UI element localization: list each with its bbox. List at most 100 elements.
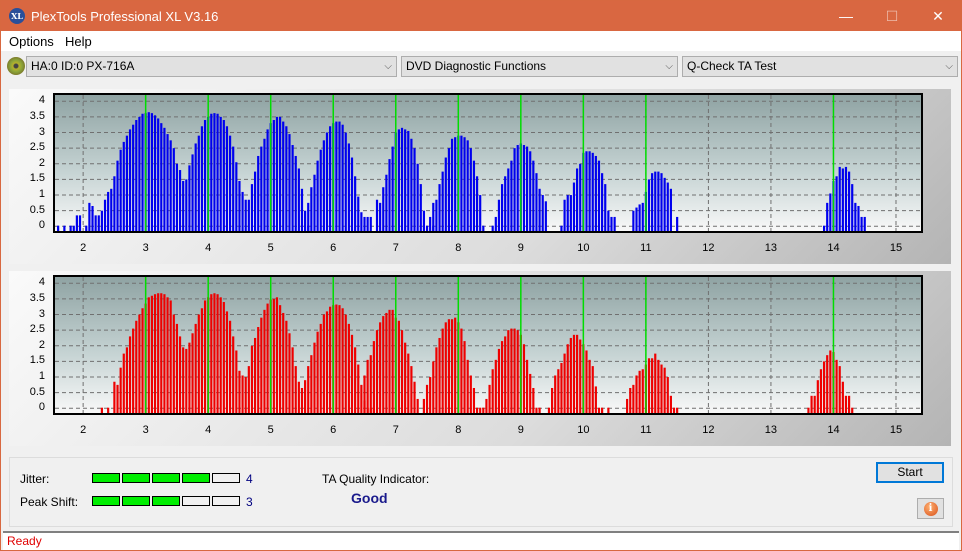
histogram-bar — [213, 113, 216, 231]
histogram-bar — [219, 116, 222, 231]
histogram-bar — [569, 195, 572, 231]
histogram-bar — [160, 293, 163, 413]
meter-segment-filled — [182, 473, 210, 483]
histogram-bar — [203, 120, 207, 231]
histogram-bar — [253, 171, 257, 231]
chart-svg — [55, 277, 921, 413]
y-tick-label: 3.5 — [29, 291, 45, 304]
x-tick-label: 2 — [80, 424, 87, 436]
histogram-bar — [347, 143, 350, 231]
histogram-bar — [450, 319, 454, 413]
histogram-bar — [663, 367, 666, 413]
histogram-bar — [241, 375, 244, 413]
chart-plot-area — [53, 93, 923, 233]
x-tick-label: 15 — [889, 424, 903, 436]
histogram-bar — [238, 370, 241, 413]
info-button[interactable]: i — [917, 498, 944, 519]
histogram-bar — [241, 191, 244, 231]
histogram-bar — [369, 355, 372, 413]
histogram-bar — [651, 358, 654, 413]
histogram-bar — [194, 143, 197, 231]
histogram-bar — [544, 201, 547, 231]
histogram-bar — [822, 361, 826, 413]
histogram-bar — [822, 225, 826, 231]
histogram-bar — [510, 160, 513, 231]
histogram-bar — [175, 163, 179, 231]
histogram-bar — [560, 362, 563, 413]
histogram-bar — [178, 336, 182, 413]
histogram-bar — [613, 216, 616, 231]
histogram-bar — [113, 381, 116, 413]
histogram-bar — [669, 188, 672, 231]
histogram-bar — [375, 330, 379, 413]
histogram-bar — [407, 353, 410, 413]
histogram-bar — [601, 173, 604, 231]
histogram-bar — [72, 225, 75, 231]
histogram-bar — [500, 341, 504, 413]
histogram-bar — [119, 149, 122, 231]
histogram-bar — [313, 174, 316, 231]
y-tick-label: 0.5 — [29, 385, 45, 398]
y-tick-label: 4 — [38, 94, 45, 107]
histogram-bar — [507, 330, 510, 413]
histogram-bar — [632, 384, 635, 413]
histogram-bar — [78, 215, 82, 231]
x-tick-label: 9 — [517, 424, 524, 436]
histogram-bar — [863, 216, 866, 231]
histogram-bar — [660, 364, 663, 413]
window-title: PlexTools Professional XL V3.16 — [31, 9, 219, 24]
x-tick-label: 14 — [827, 242, 840, 254]
status-bar: Ready — [3, 531, 959, 550]
y-tick-label: 1 — [38, 370, 45, 383]
histogram-bar — [607, 407, 610, 413]
histogram-bar — [128, 129, 132, 231]
histogram-bar — [166, 297, 169, 413]
histogram-bar — [601, 407, 604, 413]
histogram-bar — [250, 345, 254, 413]
histogram-bar — [397, 129, 400, 231]
maximize-button[interactable]: ☐ — [869, 1, 915, 31]
menu-options[interactable]: Options — [9, 34, 54, 49]
menu-help[interactable]: Help — [65, 34, 92, 49]
function-select[interactable]: DVD Diagnostic Functions ⌵ — [401, 56, 678, 77]
top-chart-panel: 0 0.5 1 1.5 2 2.5 3 3.5 4 2 3 4 5 6 7 8 9 10 11 12 13 14 15 — [9, 89, 951, 264]
peak-shift-value: 3 — [246, 495, 253, 509]
histogram-bar — [228, 320, 232, 413]
test-select-value: Q-Check TA Test — [687, 59, 777, 73]
start-button[interactable]: Start — [876, 462, 944, 483]
histogram-bar — [676, 407, 679, 413]
histogram-bar — [232, 336, 235, 413]
histogram-bar — [810, 395, 813, 413]
drive-select[interactable]: HA:0 ID:0 PX-716A ⌵ — [26, 56, 397, 77]
histogram-bar — [257, 155, 260, 231]
histogram-bar — [372, 341, 375, 413]
results-panel: Jitter: 4 Peak Shift: 3 TA Quality Indic… — [9, 457, 953, 527]
histogram-bar — [429, 216, 432, 231]
histogram-bar — [125, 135, 129, 231]
test-select[interactable]: Q-Check TA Test ⌵ — [682, 56, 958, 77]
histogram-bar — [829, 350, 832, 413]
histogram-bar — [260, 317, 263, 413]
histogram-bar — [288, 134, 291, 231]
histogram-bar — [197, 135, 200, 231]
histogram-bar — [547, 407, 551, 413]
histogram-bar — [379, 202, 382, 231]
histogram-bar — [275, 297, 279, 413]
close-button[interactable]: ✕ — [915, 1, 961, 31]
x-tick-label: 8 — [455, 242, 462, 254]
histogram-bar — [388, 309, 391, 413]
histogram-bar — [391, 309, 394, 413]
histogram-bar — [138, 116, 141, 231]
x-tick-label: 7 — [392, 424, 399, 436]
histogram-bar — [847, 395, 851, 413]
histogram-bar — [125, 347, 129, 413]
histogram-bar — [360, 384, 363, 413]
x-tick-label: 3 — [142, 242, 149, 254]
histogram-bar — [826, 355, 829, 413]
histogram-bar — [222, 302, 225, 413]
meter-segment-empty — [182, 496, 210, 506]
histogram-bar — [529, 151, 532, 231]
histogram-bar — [666, 182, 669, 231]
histogram-bar — [338, 121, 341, 231]
minimize-button[interactable]: — — [823, 1, 869, 31]
